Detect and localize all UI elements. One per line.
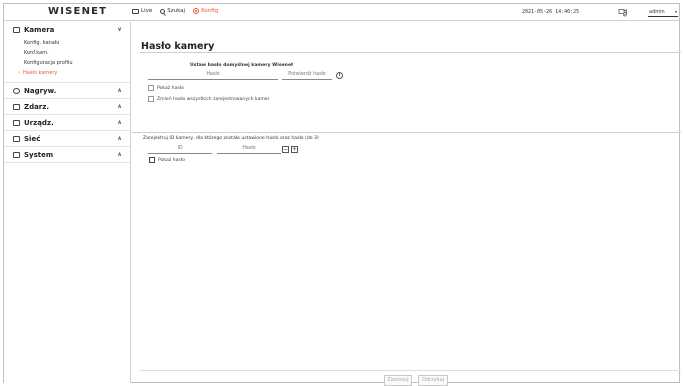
chevron-down-icon: ∨ <box>117 26 122 33</box>
sidebar-group-event: Zdarz. ∧ <box>4 99 130 115</box>
password-field[interactable]: Hasło <box>148 71 278 80</box>
camera-password-field[interactable]: Hasło <box>217 145 281 154</box>
sidebar-item-label: Nagryw. <box>24 86 57 95</box>
chevron-up-icon: ∧ <box>117 135 122 142</box>
register-camera-section: Zarejestruj ID kamery, dla którego zosta… <box>132 132 681 163</box>
nav-live-label: Live <box>141 8 153 14</box>
sidebar-item-record[interactable]: Nagryw. ∧ <box>4 83 130 98</box>
chevron-up-icon: ∧ <box>117 87 122 94</box>
default-password-section: Ustaw hasło domyślnej kamery Wisenet Has… <box>140 52 681 102</box>
nav-search[interactable]: Szukaj <box>160 8 185 14</box>
checkbox-box[interactable] <box>148 96 154 102</box>
chevron-up-icon: ∧ <box>117 151 122 158</box>
sidebar-item-network[interactable]: Sieć ∧ <box>4 131 130 146</box>
show-password-checkbox-2[interactable]: Pokaż hasło <box>149 157 185 163</box>
footer-bar: Zastosuj Odrzykuj <box>140 370 681 386</box>
section-subtitle: Ustaw hasło domyślnej kamery Wisenet <box>190 63 294 68</box>
checkbox-label: Zmień hasło wszystkich zarejestrowanych … <box>157 96 270 102</box>
sidebar-item-device[interactable]: Urządz. ∧ <box>4 115 130 130</box>
top-bar: WISENET Live Szukaj Konfig 2021-05-26 14… <box>4 4 679 21</box>
sidebar-subitem-profile-config[interactable]: Konfiguracja profilu <box>4 58 130 68</box>
app-window: WISENET Live Szukaj Konfig 2021-05-26 14… <box>3 3 681 386</box>
page-title: Hasło kamery <box>141 41 215 52</box>
sidebar-item-label: System <box>24 150 54 159</box>
sidebar-item-label: Kamera <box>24 25 55 34</box>
sidebar-item-label: Sieć <box>24 134 41 143</box>
chevron-up-icon: ∧ <box>117 119 122 126</box>
sidebar-submenu-camera: Konfig. kanału Konf.kam. Konfiguracja pr… <box>4 37 130 82</box>
nav-config[interactable]: Konfig <box>193 8 218 14</box>
checkbox-box[interactable] <box>148 85 154 91</box>
change-all-checkbox[interactable]: Zmień hasło wszystkich zarejestrowanych … <box>148 96 270 102</box>
sidebar-group-system: System ∧ <box>4 147 130 163</box>
show-password-checkbox[interactable]: Pokaż hasło <box>148 85 184 91</box>
search-icon <box>160 8 166 14</box>
cancel-button[interactable]: Odrzykuj <box>418 375 448 386</box>
sidebar-group-record: Nagryw. ∧ <box>4 83 130 99</box>
sidebar-group-camera: Kamera ∨ Konfig. kanału Konf.kam. Konfig… <box>4 22 130 83</box>
top-nav: Live Szukaj Konfig <box>132 8 218 14</box>
sidebar-subitem-camera-config[interactable]: Konf.kam. <box>4 48 130 58</box>
remove-row-button[interactable]: − <box>282 146 289 153</box>
gear-icon <box>193 8 200 14</box>
main-content: Hasło kamery Ustaw hasło domyślnej kamer… <box>132 22 681 386</box>
chevron-down-icon: ▾ <box>674 9 677 14</box>
checkbox-label: Pokaż hasło <box>157 85 184 91</box>
record-icon <box>13 87 20 94</box>
confirm-password-field[interactable]: Potwierdź hasło <box>282 71 332 80</box>
user-dropdown[interactable]: admin ▾ <box>648 7 678 17</box>
add-row-button[interactable]: + <box>291 146 298 153</box>
sidebar-group-network: Sieć ∧ <box>4 131 130 147</box>
sidebar-group-device: Urządz. ∧ <box>4 115 130 131</box>
camera-icon <box>13 26 20 33</box>
nav-search-label: Szukaj <box>167 8 186 14</box>
monitor-icon <box>132 8 139 14</box>
camera-id-field[interactable]: ID <box>148 145 212 154</box>
chevron-up-icon: ∧ <box>117 103 122 110</box>
system-icon <box>13 151 20 158</box>
info-icon[interactable]: i <box>336 72 343 79</box>
checkbox-box[interactable] <box>149 157 155 163</box>
sidebar-item-label: Zdarz. <box>24 102 49 111</box>
nav-config-label: Konfig <box>201 8 219 14</box>
sidebar-subitem-camera-password[interactable]: Hasło kamery <box>4 68 130 78</box>
device-icon <box>13 119 20 126</box>
sidebar-item-camera[interactable]: Kamera ∨ <box>4 22 130 37</box>
apply-button[interactable]: Zastosuj <box>384 375 412 386</box>
sidebar-subitem-channel-config[interactable]: Konfig. kanału <box>4 38 130 48</box>
sidebar-item-event[interactable]: Zdarz. ∧ <box>4 99 130 114</box>
datetime: 2021-05-26 14:40:25 <box>522 9 580 15</box>
brand-logo: WISENET <box>48 6 108 17</box>
nav-live[interactable]: Live <box>132 8 152 14</box>
section-subtitle: Zarejestruj ID kamery, dla którego zosta… <box>143 136 319 141</box>
network-icon <box>13 135 20 142</box>
camera-off-icon[interactable] <box>618 7 628 17</box>
checkbox-label: Pokaż hasło <box>158 157 185 163</box>
sidebar-item-system[interactable]: System ∧ <box>4 147 130 162</box>
sidebar-item-label: Urządz. <box>24 118 54 127</box>
event-icon <box>13 103 20 110</box>
user-name: admin <box>649 8 665 15</box>
sidebar: Kamera ∨ Konfig. kanału Konf.kam. Konfig… <box>4 22 131 383</box>
